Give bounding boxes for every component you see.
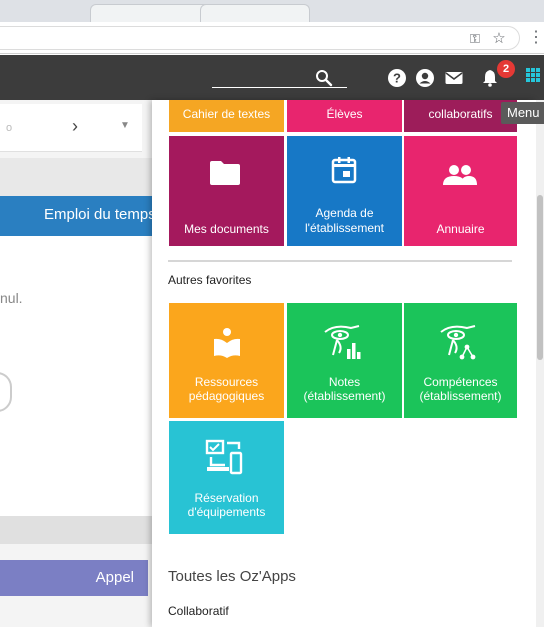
mail-icon[interactable] — [444, 68, 464, 88]
svg-text:?: ? — [393, 71, 401, 86]
app-tile-cahier-de-textes[interactable]: Cahier de textes — [169, 100, 284, 132]
help-icon[interactable]: ? — [387, 68, 407, 88]
tile-label-line1: Compétences — [423, 375, 498, 389]
schedule-tab-button[interactable]: Emploi du temps — [0, 196, 156, 236]
period-select[interactable]: o › ▼ — [0, 104, 142, 152]
section-divider — [168, 260, 512, 262]
tile-label: collaboratifs — [428, 107, 493, 121]
skills-eye-icon — [440, 325, 476, 360]
all-apps-section-title: Toutes les Oz'Apps — [168, 568, 296, 585]
browser-tab[interactable] — [90, 4, 210, 22]
tile-label-line2: (établissement) — [419, 389, 502, 403]
app-tile-ressources-pedagogiques[interactable]: Ressources pédagogiques — [169, 303, 284, 418]
tile-label: Cahier de textes — [182, 107, 271, 121]
category-title-collaboratif: Collaboratif — [168, 604, 229, 618]
chevron-right-icon[interactable]: › — [72, 116, 78, 137]
app-tile-eleves[interactable]: Élèves — [287, 100, 402, 132]
tile-label-line2: l'établissement — [305, 221, 384, 235]
address-bar[interactable]: ⚿ ☆ — [0, 26, 520, 50]
star-icon[interactable]: ☆ — [490, 27, 508, 51]
page-footer-band — [0, 516, 152, 544]
app-tile-notes[interactable]: Notes (établissement) — [287, 303, 402, 418]
tile-label-line1: Notes — [328, 375, 361, 389]
browser-tabstrip — [0, 0, 544, 22]
screen: ⚿ ☆ ⋮ ? 2 o › ▼ Emploi du temps nul. App… — [0, 0, 544, 627]
app-tile-reservation-equipements[interactable]: Réservation d'équipements — [169, 421, 284, 534]
folder-icon — [210, 161, 240, 185]
tile-label-line2: d'équipements — [187, 505, 266, 519]
browser-toolbar: ⚿ ☆ ⋮ — [0, 22, 544, 54]
appel-button-label: Appel — [95, 569, 134, 586]
notes-eye-icon — [324, 325, 361, 359]
page-band — [0, 158, 152, 196]
tile-label: Annuaire — [436, 222, 485, 236]
page-content-area — [0, 236, 152, 516]
key-icon[interactable]: ⚿ — [466, 27, 484, 51]
tile-label: Élèves — [326, 107, 363, 121]
tile-label: Mes documents — [184, 222, 269, 236]
tile-label-line1: Réservation — [194, 491, 259, 505]
schedule-tab-label: Emploi du temps — [44, 206, 156, 223]
period-select-value: o — [6, 122, 13, 134]
apps-menu-icon[interactable] — [526, 68, 540, 82]
tile-label-line1: Ressources — [194, 375, 259, 389]
appel-button[interactable]: Appel — [0, 560, 148, 596]
search-icon[interactable] — [314, 68, 334, 88]
user-account-icon[interactable] — [415, 68, 435, 88]
book-icon — [214, 328, 240, 358]
caret-down-icon[interactable]: ▼ — [120, 120, 130, 131]
browser-menu-icon[interactable]: ⋮ — [528, 26, 544, 50]
users-icon — [443, 165, 477, 185]
tile-label-line1: Agenda de — [315, 206, 374, 220]
devices-icon — [205, 439, 243, 475]
app-topbar: ? — [0, 55, 544, 100]
notification-count-badge: 2 — [497, 60, 515, 78]
calendar-icon — [331, 157, 357, 184]
tile-label-line2: (établissement) — [303, 389, 386, 403]
app-tile-mes-documents[interactable]: Mes documents — [169, 136, 284, 246]
menu-scrollbar-thumb[interactable] — [537, 195, 543, 360]
browser-tab[interactable] — [200, 4, 310, 22]
app-tile-annuaire[interactable]: Annuaire — [404, 136, 517, 246]
app-tile-agenda-etablissement[interactable]: Agenda de l'établissement — [287, 136, 402, 246]
menu-tooltip: Menu — [501, 102, 544, 124]
app-tile-competences[interactable]: Compétences (établissement) — [404, 303, 517, 418]
page-text-fragment: nul. — [0, 290, 23, 306]
favorites-section-title: Autres favorites — [168, 273, 252, 287]
tile-label-line2: pédagogiques — [188, 389, 265, 403]
menu-scrollbar-track[interactable] — [536, 100, 544, 627]
